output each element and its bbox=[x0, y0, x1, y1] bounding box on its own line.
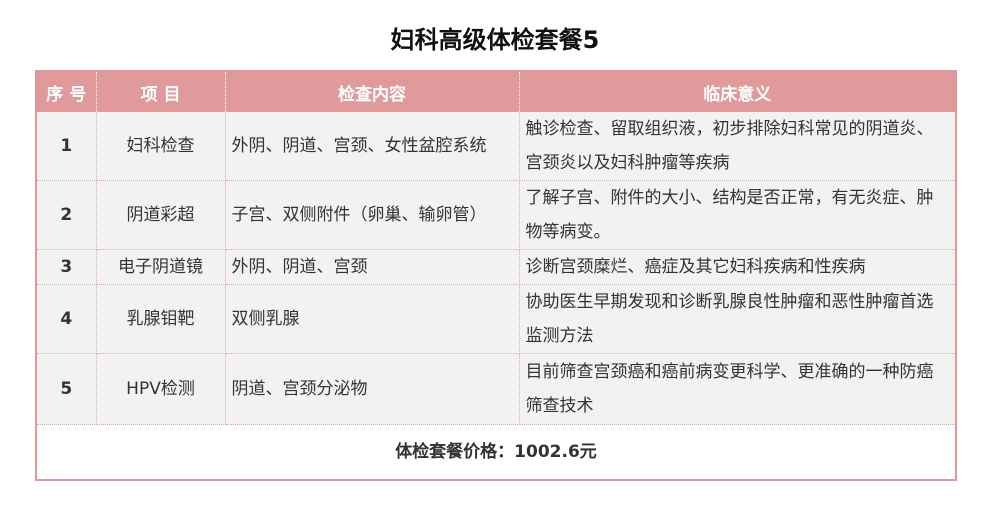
row-number: 4 bbox=[37, 284, 97, 354]
package-table: 序 号 项 目 检查内容 临床意义 1 妇科检查 外阴、阴道、宫颈、女性盆腔系统… bbox=[37, 72, 955, 479]
row-number: 1 bbox=[37, 112, 97, 181]
row-number: 2 bbox=[37, 180, 97, 250]
table-row: 4 乳腺钼靶 双侧乳腺 协助医生早期发现和诊断乳腺良性肿瘤和恶性肿瘤首选监测方法 bbox=[37, 284, 955, 354]
page-title: 妇科高级体检套餐5 bbox=[390, 26, 600, 54]
row-meaning: 了解子宫、附件的大小、结构是否正常，有无炎症、肿物等病变。 bbox=[519, 180, 955, 250]
row-meaning: 目前筛查宫颈癌和癌前病变更科学、更准确的一种防癌筛查技术 bbox=[519, 353, 955, 425]
row-item: HPV检测 bbox=[96, 353, 226, 425]
header-item: 项 目 bbox=[96, 72, 226, 112]
header-no: 序 号 bbox=[37, 72, 97, 112]
package-table-container: 序 号 项 目 检查内容 临床意义 1 妇科检查 外阴、阴道、宫颈、女性盆腔系统… bbox=[35, 70, 957, 481]
row-meaning: 触诊检查、留取组织液，初步排除妇科常见的阴道炎、宫颈炎以及妇科肿瘤等疾病 bbox=[519, 112, 955, 181]
row-item: 电子阴道镜 bbox=[96, 249, 226, 285]
row-meaning: 协助医生早期发现和诊断乳腺良性肿瘤和恶性肿瘤首选监测方法 bbox=[519, 284, 955, 354]
table-row: 5 HPV检测 阴道、宫颈分泌物 目前筛查宫颈癌和癌前病变更科学、更准确的一种防… bbox=[37, 353, 955, 425]
header-content: 检查内容 bbox=[225, 72, 520, 112]
header-meaning: 临床意义 bbox=[519, 72, 955, 112]
package-price: 体检套餐价格：1002.6元 bbox=[37, 424, 955, 479]
row-item: 妇科检查 bbox=[96, 112, 226, 181]
row-number: 5 bbox=[37, 353, 97, 425]
row-content: 外阴、阴道、宫颈 bbox=[225, 249, 520, 285]
row-content: 阴道、宫颈分泌物 bbox=[225, 353, 520, 425]
table-row: 3 电子阴道镜 外阴、阴道、宫颈 诊断宫颈糜烂、癌症及其它妇科疾病和性疾病 bbox=[37, 249, 955, 285]
row-content: 外阴、阴道、宫颈、女性盆腔系统 bbox=[225, 112, 520, 181]
row-meaning: 诊断宫颈糜烂、癌症及其它妇科疾病和性疾病 bbox=[519, 249, 955, 285]
row-number: 3 bbox=[37, 249, 97, 285]
table-row: 2 阴道彩超 子宫、双侧附件（卵巢、输卵管） 了解子宫、附件的大小、结构是否正常… bbox=[37, 180, 955, 250]
row-content: 双侧乳腺 bbox=[225, 284, 520, 354]
row-item: 阴道彩超 bbox=[96, 180, 226, 250]
table-header-row: 序 号 项 目 检查内容 临床意义 bbox=[37, 72, 955, 112]
row-item: 乳腺钼靶 bbox=[96, 284, 226, 354]
row-content: 子宫、双侧附件（卵巢、输卵管） bbox=[225, 180, 520, 250]
table-row: 1 妇科检查 外阴、阴道、宫颈、女性盆腔系统 触诊检查、留取组织液，初步排除妇科… bbox=[37, 112, 955, 181]
table-footer-row: 体检套餐价格：1002.6元 bbox=[37, 424, 955, 479]
